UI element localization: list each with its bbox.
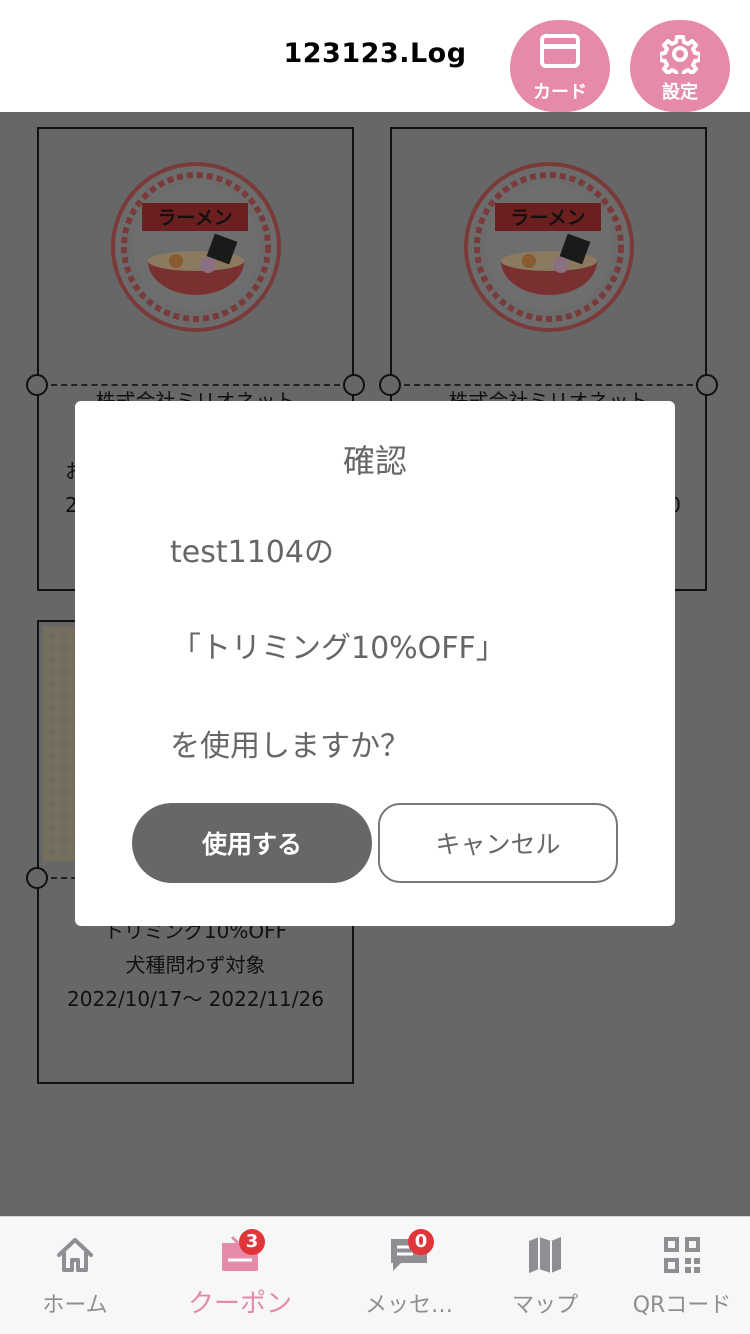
card-icon xyxy=(510,34,610,68)
ramen-logo: ラーメン xyxy=(110,162,281,332)
tab-coupon[interactable]: 3 クーポン xyxy=(165,1217,315,1334)
ramen-logo: ラーメン xyxy=(463,162,634,332)
card-button-label: カード xyxy=(533,82,587,103)
coupon-note: 犬種問わず対象 xyxy=(125,953,266,977)
dialog-message-line: を使用しますか？ xyxy=(170,729,410,764)
dialog-title: 確認 xyxy=(342,442,407,480)
gear-icon xyxy=(630,34,730,74)
ramen-logo-text: ラーメン xyxy=(510,207,585,229)
map-icon xyxy=(470,1235,620,1275)
tab-home[interactable]: ホーム xyxy=(0,1217,150,1334)
confirm-dialog: 確認 test1104の 「トリミング10%OFF」 を使用しますか？ 使用する… xyxy=(75,401,675,926)
tab-bar: ホーム 3 クーポン 0 メッセ… マップ QRコード xyxy=(0,1216,750,1334)
coupon-icon: 3 xyxy=(165,1229,315,1275)
message-badge: 0 xyxy=(408,1229,434,1255)
home-icon xyxy=(0,1235,150,1275)
tab-label: ホーム xyxy=(42,1293,108,1318)
ramen-logo-text: ラーメン xyxy=(157,207,232,229)
coupon-badge: 3 xyxy=(239,1229,265,1255)
tab-label: マップ xyxy=(511,1293,578,1318)
dialog-message-line: 「トリミング10%OFF」 xyxy=(171,631,506,666)
settings-button-label: 設定 xyxy=(662,82,698,103)
tab-label: QRコード xyxy=(632,1293,732,1318)
settings-button[interactable]: 設定 xyxy=(630,20,730,112)
card-button[interactable]: カード xyxy=(510,20,610,112)
qr-code-icon xyxy=(607,1235,750,1275)
tab-label: クーポン xyxy=(187,1289,292,1319)
tab-map[interactable]: マップ xyxy=(470,1217,620,1334)
dialog-message-line: test1104の xyxy=(170,535,334,570)
message-icon: 0 xyxy=(334,1229,484,1275)
tab-qr-code[interactable]: QRコード xyxy=(607,1217,750,1334)
tab-message[interactable]: 0 メッセ… xyxy=(334,1217,484,1334)
cancel-button[interactable]: キャンセル xyxy=(378,803,618,883)
app-header: 123123.Log カード 設定 xyxy=(0,0,750,112)
use-button[interactable]: 使用する xyxy=(132,803,372,883)
tab-label: メッセ… xyxy=(364,1293,453,1318)
coupon-period: 2022/10/17〜 2022/11/26 xyxy=(67,987,324,1011)
